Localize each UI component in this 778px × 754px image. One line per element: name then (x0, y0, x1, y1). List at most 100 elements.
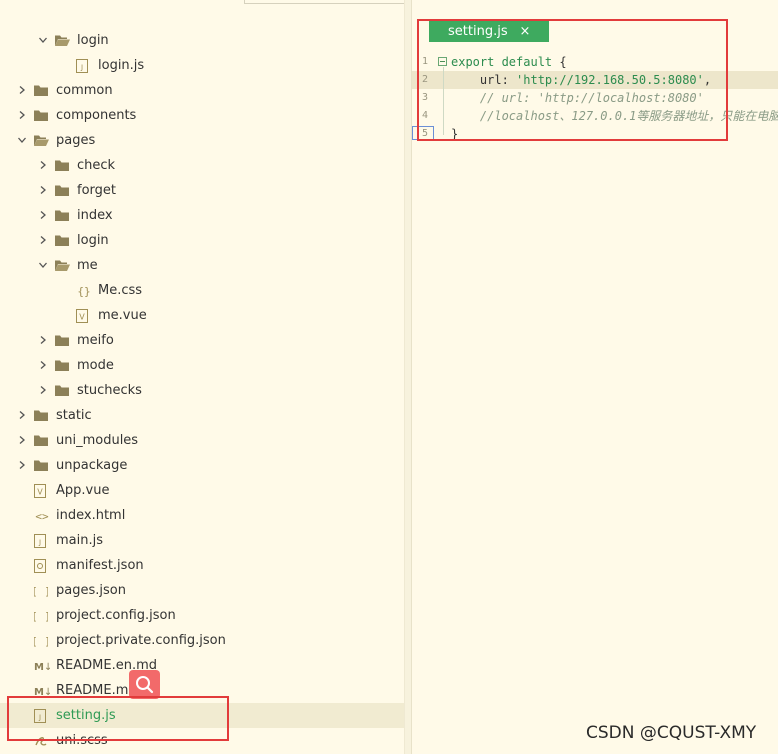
chevron-down-icon[interactable] (39, 36, 47, 44)
chevron-down-icon[interactable] (18, 136, 26, 144)
file-item-project-private-config-json[interactable]: [ ] project.private.config.json (0, 628, 404, 653)
folder-open-icon (34, 134, 49, 147)
folder-item-static[interactable]: static (0, 403, 404, 428)
svg-text:<>: <> (35, 510, 49, 523)
annotation-box-file (7, 696, 229, 741)
folder-icon (34, 434, 48, 447)
chevron-right-icon[interactable] (39, 336, 47, 344)
file-item-main-js[interactable]: Jmain.js (0, 528, 404, 553)
file-item-pages-json[interactable]: [ ] pages.json (0, 578, 404, 603)
search-float-button[interactable] (129, 670, 160, 699)
chevron-down-icon[interactable] (39, 261, 47, 269)
chevron-right-icon[interactable] (18, 111, 26, 119)
folder-item-components[interactable]: components (0, 103, 404, 128)
file-item-index-html[interactable]: <> index.html (0, 503, 404, 528)
folder-item-me[interactable]: me (0, 253, 404, 278)
chevron-right-icon[interactable] (39, 236, 47, 244)
tree-item-label: index.html (56, 508, 126, 523)
js-file-icon: J (34, 534, 48, 548)
folder-item-check[interactable]: check (0, 153, 404, 178)
chevron-right-icon[interactable] (18, 461, 26, 469)
tree-item-label: static (56, 408, 92, 423)
folder-item-login[interactable]: login (0, 228, 404, 253)
folder-icon (55, 234, 69, 247)
folder-item-stuchecks[interactable]: stuchecks (0, 378, 404, 403)
svg-text:{}: {} (77, 285, 90, 298)
file-item-app-vue[interactable]: V App.vue (0, 478, 404, 503)
tree-item-label: common (56, 83, 113, 98)
folder-icon (55, 384, 69, 397)
chevron-right-icon[interactable] (39, 211, 47, 219)
file-item-manifest-json[interactable]: manifest.json (0, 553, 404, 578)
folder-item-uni-modules[interactable]: uni_modules (0, 428, 404, 453)
panel-splitter[interactable] (404, 0, 412, 754)
folder-item-index[interactable]: index (0, 203, 404, 228)
tree-item-label: pages (56, 133, 96, 148)
html-file-icon: <> (34, 509, 49, 523)
chevron-right-icon[interactable] (39, 361, 47, 369)
md-file-icon: M ↓ (34, 659, 50, 673)
file-item-login-js[interactable]: Jlogin.js (0, 53, 404, 78)
svg-text:[ ]: [ ] (34, 585, 48, 598)
code-editor[interactable]: setting.js × 1 export default {2 url: 'ht… (412, 0, 778, 754)
svg-text:J: J (80, 64, 83, 72)
tree-item-label: App.vue (56, 483, 110, 498)
folder-open-icon (55, 259, 70, 272)
tree-item-label: me (77, 258, 98, 273)
file-explorer: login Jlogin.js common components pages check… (0, 0, 404, 754)
chevron-right-icon[interactable] (39, 161, 47, 169)
svg-text:[ ]: [ ] (34, 635, 48, 648)
file-item-me-css[interactable]: {} Me.css (0, 278, 404, 303)
folder-item-pages[interactable]: pages (0, 128, 404, 153)
tree-item-label: login (77, 33, 109, 48)
folder-icon (34, 84, 48, 97)
folder-item-unpackage[interactable]: unpackage (0, 453, 404, 478)
folder-icon (55, 359, 69, 372)
folder-icon (34, 459, 48, 472)
search-icon (136, 676, 154, 694)
file-item-me-vue[interactable]: Vme.vue (0, 303, 404, 328)
svg-text:J: J (38, 539, 41, 547)
chevron-right-icon[interactable] (18, 411, 26, 419)
annotation-box-editor (417, 19, 728, 141)
folder-item-common[interactable]: common (0, 78, 404, 103)
vue-file-icon: V (34, 484, 48, 498)
chevron-right-icon[interactable] (39, 186, 47, 194)
tree-item-label: manifest.json (56, 558, 144, 573)
tree-item-label: meifo (77, 333, 114, 348)
chevron-right-icon[interactable] (18, 86, 26, 94)
folder-item-forget[interactable]: forget (0, 178, 404, 203)
tree-item-label: pages.json (56, 583, 126, 598)
manifest-file-icon (34, 559, 48, 573)
svg-text:[ ]: [ ] (34, 610, 48, 623)
explorer-header-edge (244, 0, 404, 4)
chevron-right-icon[interactable] (18, 436, 26, 444)
tree-item-label: stuchecks (77, 383, 142, 398)
tree-item-label: me.vue (98, 308, 147, 323)
tree-item-label: Me.css (98, 283, 143, 298)
folder-open-icon (55, 34, 70, 47)
js-file-icon: J (76, 59, 90, 73)
tree-item-label: mode (77, 358, 114, 373)
folder-icon (55, 184, 69, 197)
tree-item-label: uni_modules (56, 433, 139, 448)
folder-icon (55, 334, 69, 347)
file-item-readme-en-md[interactable]: M ↓ README.en.md (0, 653, 404, 678)
tree-item-label: components (56, 108, 137, 123)
chevron-right-icon[interactable] (39, 386, 47, 394)
folder-item-mode[interactable]: mode (0, 353, 404, 378)
tree-item-label: index (77, 208, 113, 223)
folder-icon (55, 159, 69, 172)
file-item-project-config-json[interactable]: [ ] project.config.json (0, 603, 404, 628)
folder-icon (55, 209, 69, 222)
vue-file-icon: V (76, 309, 90, 323)
tree-item-label: check (77, 158, 116, 173)
folder-item-login[interactable]: login (0, 28, 404, 53)
json-file-icon: [ ] (34, 634, 48, 648)
css-file-icon: {} (76, 284, 90, 298)
folder-item-meifo[interactable]: meifo (0, 328, 404, 353)
svg-text:V: V (37, 488, 43, 497)
tree-item-label: login.js (98, 58, 145, 73)
tree-item-label: unpackage (56, 458, 128, 473)
folder-icon (34, 409, 48, 422)
